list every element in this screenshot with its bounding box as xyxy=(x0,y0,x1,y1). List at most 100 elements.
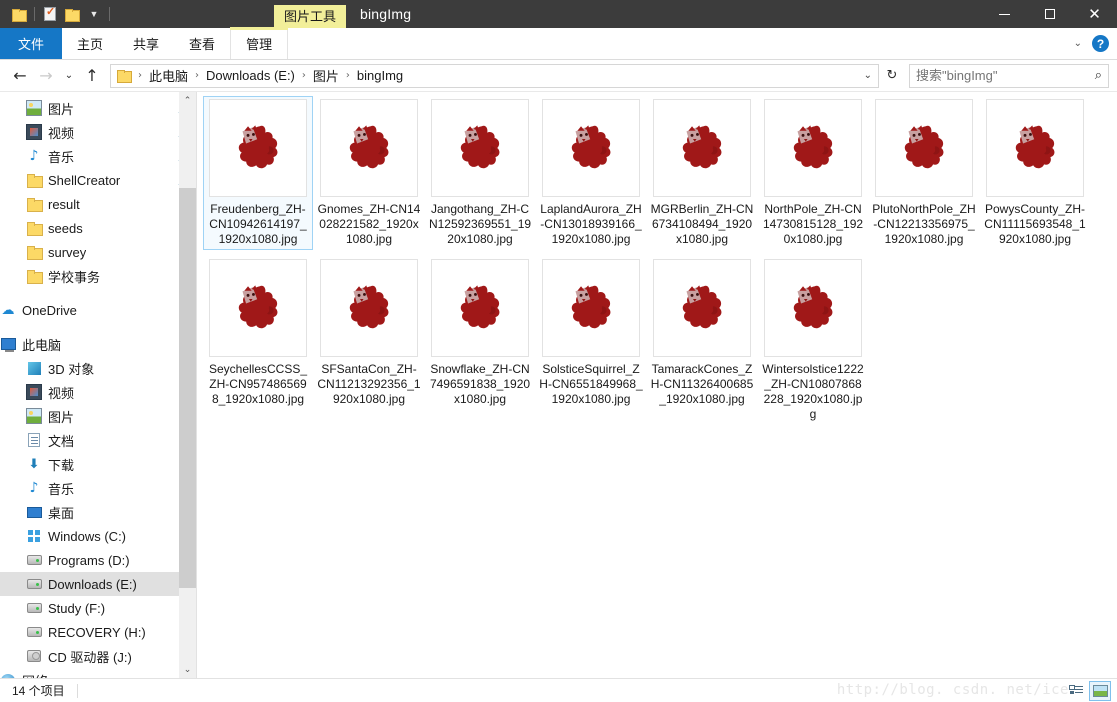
tab-file[interactable]: 文件 xyxy=(0,28,63,59)
file-tile[interactable]: Gnomes_ZH-CN14028221582_1920x1080.jpg xyxy=(314,96,424,250)
sidebar-item-result[interactable]: result xyxy=(0,192,196,216)
large-icons-view-button[interactable] xyxy=(1089,680,1111,701)
sidebar-scrollbar[interactable]: ⌃ ⌄ xyxy=(179,92,196,678)
tree-item-label: 此电脑 xyxy=(22,337,62,353)
breadcrumb-item-this-pc[interactable]: 此电脑 xyxy=(146,66,191,85)
file-tile[interactable]: SolsticeSquirrel_ZH-CN6551849968_1920x10… xyxy=(536,256,646,425)
video-icon xyxy=(26,384,42,400)
up-button[interactable]: ↑ xyxy=(80,64,104,88)
file-explorer-window: ▼ 图片工具 bingImg ✕ 文件 主页 共享 查看 管理 ⌄ ? ← → … xyxy=(0,0,1117,702)
sidebar-item-CD 驱动器 (J:)[interactable]: CD 驱动器 (J:) xyxy=(0,644,196,668)
sidebar-item-下载[interactable]: ⬇ 下载 xyxy=(0,452,196,476)
tab-view[interactable]: 查看 xyxy=(174,28,230,59)
tab-home[interactable]: 主页 xyxy=(62,28,118,59)
tree-item-label: 学校事务 xyxy=(48,269,101,285)
tree-item-label: 音乐 xyxy=(48,149,75,165)
sidebar-item-音乐[interactable]: ♪音乐📌 xyxy=(0,144,196,168)
file-thumbnail xyxy=(764,99,862,197)
file-tile[interactable]: Snowflake_ZH-CN7496591838_1920x1080.jpg xyxy=(425,256,535,425)
tab-manage[interactable]: 管理 xyxy=(230,27,289,59)
file-thumbnail xyxy=(653,99,751,197)
chevron-down-icon[interactable]: ▼ xyxy=(83,3,105,25)
sidebar-item-survey[interactable]: survey xyxy=(0,240,196,264)
folder-icon xyxy=(117,70,132,83)
sidebar-item-视频[interactable]: 视频📌 xyxy=(0,120,196,144)
scroll-down-button[interactable]: ⌄ xyxy=(179,661,196,678)
file-tile[interactable]: LaplandAurora_ZH-CN13018939166_1920x1080… xyxy=(536,96,646,250)
sidebar-item-this-pc[interactable]: 此电脑 xyxy=(0,332,196,356)
file-name-label: NorthPole_ZH-CN14730815128_1920x1080.jpg xyxy=(762,202,864,246)
search-box[interactable]: ⌕ xyxy=(909,63,1109,88)
file-tile[interactable]: MGRBerlin_ZH-CN6734108494_1920x1080.jpg xyxy=(647,96,757,250)
breadcrumb-separator: › xyxy=(138,70,142,81)
sidebar-item-桌面[interactable]: 桌面 xyxy=(0,500,196,524)
forward-button[interactable]: → xyxy=(34,64,58,88)
recent-locations-button[interactable]: ⌄ xyxy=(60,64,78,88)
tree-item-label: 文档 xyxy=(48,433,75,449)
file-tile[interactable]: Freudenberg_ZH-CN10942614197_1920x1080.j… xyxy=(203,96,313,250)
close-button[interactable]: ✕ xyxy=(1072,0,1117,28)
refresh-button[interactable]: ↻ xyxy=(881,64,903,88)
tree-item-label: OneDrive xyxy=(22,302,77,318)
status-divider xyxy=(76,683,78,698)
sidebar-item-图片[interactable]: 图片📌 xyxy=(0,96,196,120)
help-icon[interactable]: ? xyxy=(1092,35,1109,52)
scrollbar-thumb[interactable] xyxy=(179,188,196,588)
tree-gap xyxy=(0,288,196,298)
window-controls: ✕ xyxy=(982,0,1117,28)
file-tile[interactable]: Jangothang_ZH-CN12592369551_1920x1080.jp… xyxy=(425,96,535,250)
scroll-up-button[interactable]: ⌃ xyxy=(179,92,196,109)
chevron-down-icon[interactable]: ⌄ xyxy=(1074,38,1082,49)
sidebar-item-音乐[interactable]: ♪ 音乐 xyxy=(0,476,196,500)
search-icon[interactable]: ⌕ xyxy=(1095,68,1102,83)
minimize-button[interactable] xyxy=(982,0,1027,28)
breadcrumb-item-bingimg[interactable]: bingImg xyxy=(354,68,406,83)
cd-drive-icon xyxy=(26,648,42,664)
navigation-tree: 图片📌视频📌♪音乐📌ShellCreator📌resultseedssurvey… xyxy=(0,96,196,678)
sidebar-item-Windows (C:)[interactable]: Windows (C:) xyxy=(0,524,196,548)
sidebar-item-ShellCreator[interactable]: ShellCreator📌 xyxy=(0,168,196,192)
sidebar-item-seeds[interactable]: seeds xyxy=(0,216,196,240)
file-tile[interactable]: SeychellesCCSS_ZH-CN9574865698_1920x1080… xyxy=(203,256,313,425)
breadcrumb[interactable]: › 此电脑 › Downloads (E:) › 图片 › bingImg ⌄ xyxy=(110,63,879,88)
back-button[interactable]: ← xyxy=(8,64,32,88)
sidebar-item-onedrive[interactable]: ☁ OneDrive xyxy=(0,298,196,322)
sidebar-item-学校事务[interactable]: 学校事务 xyxy=(0,264,196,288)
file-name-label: TamarackCones_ZH-CN11326400685_1920x1080… xyxy=(650,362,754,406)
details-view-button[interactable] xyxy=(1065,681,1087,701)
sidebar-item-文档[interactable]: 文档 xyxy=(0,428,196,452)
properties-icon[interactable] xyxy=(39,3,61,25)
tree-item-label: Windows (C:) xyxy=(48,528,127,544)
sidebar-item-视频[interactable]: 视频 xyxy=(0,380,196,404)
sidebar-item-Study (F:)[interactable]: Study (F:) xyxy=(0,596,196,620)
sidebar-item-Downloads (E:)[interactable]: Downloads (E:) xyxy=(0,572,196,596)
item-count-label: 14 个项目 xyxy=(12,684,65,698)
breadcrumb-item-pictures[interactable]: 图片 xyxy=(310,66,342,85)
file-tile[interactable]: Wintersolstice1222_ZH-CN10807868228_1920… xyxy=(758,256,868,425)
new-folder-icon[interactable] xyxy=(8,3,30,25)
chevron-down-icon[interactable]: ⌄ xyxy=(858,70,872,81)
file-tile[interactable]: TamarackCones_ZH-CN11326400685_1920x1080… xyxy=(647,256,757,425)
sidebar-item-network[interactable]: 网络 xyxy=(0,668,196,678)
file-name-label: Gnomes_ZH-CN14028221582_1920x1080.jpg xyxy=(317,202,421,246)
search-input[interactable] xyxy=(916,68,1095,83)
tab-share[interactable]: 共享 xyxy=(118,28,174,59)
sidebar-item-3D 对象[interactable]: 3D 对象 xyxy=(0,356,196,380)
file-tile[interactable]: NorthPole_ZH-CN14730815128_1920x1080.jpg xyxy=(758,96,868,250)
explorer-body: 图片📌视频📌♪音乐📌ShellCreator📌resultseedssurvey… xyxy=(0,92,1117,678)
maximize-button[interactable] xyxy=(1027,0,1072,28)
picture-icon xyxy=(26,408,42,424)
file-name-label: Snowflake_ZH-CN7496591838_1920x1080.jpg xyxy=(429,362,531,406)
file-name-label: LaplandAurora_ZH-CN13018939166_1920x1080… xyxy=(540,202,642,246)
file-tile[interactable]: SFSantaCon_ZH-CN11213292356_1920x1080.jp… xyxy=(314,256,424,425)
file-tile[interactable]: PowysCounty_ZH-CN11115693548_1920x1080.j… xyxy=(980,96,1090,250)
folder-icon[interactable] xyxy=(61,3,83,25)
file-tile[interactable]: PlutoNorthPole_ZH-CN12213356975_1920x108… xyxy=(869,96,979,250)
file-name-label: MGRBerlin_ZH-CN6734108494_1920x1080.jpg xyxy=(650,202,754,246)
contextual-tab-picture-tools[interactable]: 图片工具 xyxy=(274,5,347,28)
sidebar-item-Programs (D:)[interactable]: Programs (D:) xyxy=(0,548,196,572)
sidebar-item-图片[interactable]: 图片 xyxy=(0,404,196,428)
file-list-pane[interactable]: Freudenberg_ZH-CN10942614197_1920x1080.j… xyxy=(197,92,1117,678)
sidebar-item-RECOVERY (H:)[interactable]: RECOVERY (H:) xyxy=(0,620,196,644)
breadcrumb-item-downloads[interactable]: Downloads (E:) xyxy=(203,68,298,83)
